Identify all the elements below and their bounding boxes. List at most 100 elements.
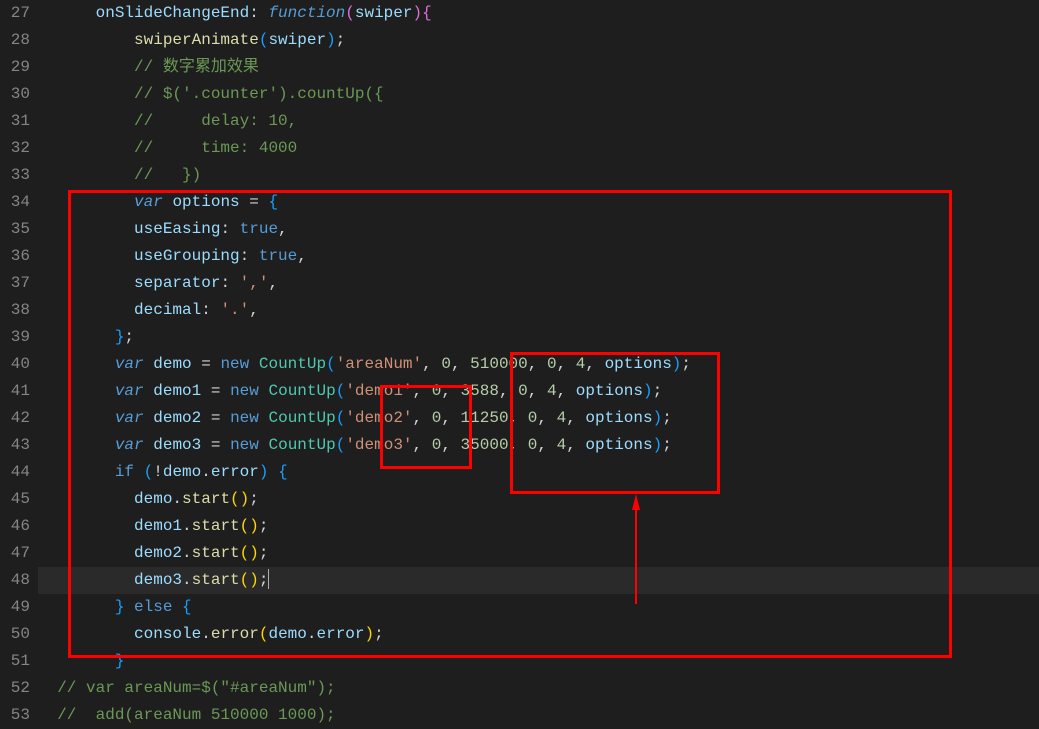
token-punc: , (509, 409, 528, 427)
code-line[interactable]: useGrouping: true, (38, 243, 1039, 270)
code-line[interactable]: if (!demo.error) { (38, 459, 1039, 486)
token-paren: () (230, 490, 249, 508)
code-line[interactable]: decimal: '.', (38, 297, 1039, 324)
token-str: '.' (220, 301, 249, 319)
code-line[interactable]: demo3.start(); (38, 567, 1039, 594)
code-line[interactable]: // add(areaNum 510000 1000); (38, 702, 1039, 729)
code-line[interactable]: onSlideChangeEnd: function(swiper){ (38, 0, 1039, 27)
code-line[interactable]: console.error(demo.error); (38, 621, 1039, 648)
token-punc: . (182, 517, 192, 535)
token-punc: , (499, 382, 518, 400)
code-line[interactable]: swiperAnimate(swiper); (38, 27, 1039, 54)
token-kw: var (134, 193, 163, 211)
token-com: // add(areaNum 510000 1000); (57, 706, 335, 724)
token-punc: ; (336, 31, 346, 49)
token-paren3: ) (326, 31, 336, 49)
token-paren3: ( (336, 382, 346, 400)
code-line[interactable]: } else { (38, 594, 1039, 621)
token-com: // 数字累加效果 (134, 58, 259, 76)
line-number: 28 (4, 27, 30, 54)
code-line[interactable]: // delay: 10, (38, 108, 1039, 135)
token-punc: : (240, 247, 259, 265)
token-num: 0 (441, 355, 451, 373)
token-punc: ; (653, 382, 663, 400)
token-num: 4 (557, 409, 567, 427)
token-punc: : (220, 274, 239, 292)
token-num: 0 (432, 409, 442, 427)
token-punc: , (537, 409, 556, 427)
token-punc: = (192, 355, 221, 373)
token-punc: , (566, 409, 585, 427)
token-punc: : (201, 301, 220, 319)
code-area[interactable]: onSlideChangeEnd: function(swiper){ swip… (38, 0, 1039, 727)
token-var: swiper (355, 4, 413, 22)
token-punc: = (201, 382, 230, 400)
line-number: 50 (4, 621, 30, 648)
token-paren3: } (115, 328, 125, 346)
code-line[interactable]: var demo3 = new CountUp('demo3', 0, 3500… (38, 432, 1039, 459)
token-punc: , (278, 220, 288, 238)
token-var: decimal (134, 301, 201, 319)
token-punc: , (528, 382, 547, 400)
code-line[interactable]: separator: ',', (38, 270, 1039, 297)
token-punc (172, 598, 182, 616)
token-var: swiper (268, 31, 326, 49)
token-punc: ; (662, 436, 672, 454)
token-paren: () (240, 517, 259, 535)
token-punc: , (451, 355, 470, 373)
code-line[interactable]: // var areaNum=$("#areaNum"); (38, 675, 1039, 702)
code-line[interactable]: demo1.start(); (38, 513, 1039, 540)
token-var: options (172, 193, 239, 211)
token-num: 4 (547, 382, 557, 400)
token-kw2: true (240, 220, 278, 238)
token-num: 510000 (470, 355, 528, 373)
token-punc: . (201, 625, 211, 643)
token-var: useEasing (134, 220, 220, 238)
token-cls: CountUp (268, 409, 335, 427)
token-punc: . (201, 463, 211, 481)
code-line[interactable]: useEasing: true, (38, 216, 1039, 243)
token-var: options (585, 409, 652, 427)
code-line[interactable]: } (38, 648, 1039, 675)
code-line[interactable]: // }) (38, 162, 1039, 189)
token-kw: var (115, 355, 144, 373)
code-line[interactable]: var options = { (38, 189, 1039, 216)
token-kw2: new (230, 382, 259, 400)
line-number: 30 (4, 81, 30, 108)
token-punc: . (182, 544, 192, 562)
token-fn: start (192, 544, 240, 562)
code-line[interactable]: var demo = new CountUp('areaNum', 0, 510… (38, 351, 1039, 378)
code-editor[interactable]: 2728293031323334353637383940414243444546… (0, 0, 1039, 727)
code-line[interactable]: var demo2 = new CountUp('demo2', 0, 1125… (38, 405, 1039, 432)
token-paren3: } (115, 652, 125, 670)
token-punc: , (249, 301, 259, 319)
token-num: 0 (518, 382, 528, 400)
token-fn: error (211, 625, 259, 643)
code-line[interactable]: // time: 4000 (38, 135, 1039, 162)
token-kw: function (268, 4, 345, 22)
token-punc: , (441, 382, 460, 400)
token-com: // $('.counter').countUp({ (134, 85, 384, 103)
token-punc (144, 355, 154, 373)
token-punc: , (422, 355, 441, 373)
token-kw2: true (259, 247, 297, 265)
token-var: console (134, 625, 201, 643)
token-var: demo2 (153, 409, 201, 427)
token-num: 3588 (461, 382, 499, 400)
code-line[interactable]: // $('.counter').countUp({ (38, 81, 1039, 108)
code-line[interactable]: }; (38, 324, 1039, 351)
token-punc: , (537, 436, 556, 454)
code-line[interactable]: var demo1 = new CountUp('demo1', 0, 3588… (38, 378, 1039, 405)
token-num: 0 (432, 382, 442, 400)
token-str: 'demo3' (345, 436, 412, 454)
code-line[interactable]: demo2.start(); (38, 540, 1039, 567)
token-paren: ) (365, 625, 375, 643)
token-com: // time: 4000 (134, 139, 297, 157)
line-number: 47 (4, 540, 30, 567)
code-line[interactable]: // 数字累加效果 (38, 54, 1039, 81)
token-punc: = (240, 193, 269, 211)
token-kw: var (115, 436, 144, 454)
token-punc: = (201, 436, 230, 454)
line-number: 51 (4, 648, 30, 675)
code-line[interactable]: demo.start(); (38, 486, 1039, 513)
